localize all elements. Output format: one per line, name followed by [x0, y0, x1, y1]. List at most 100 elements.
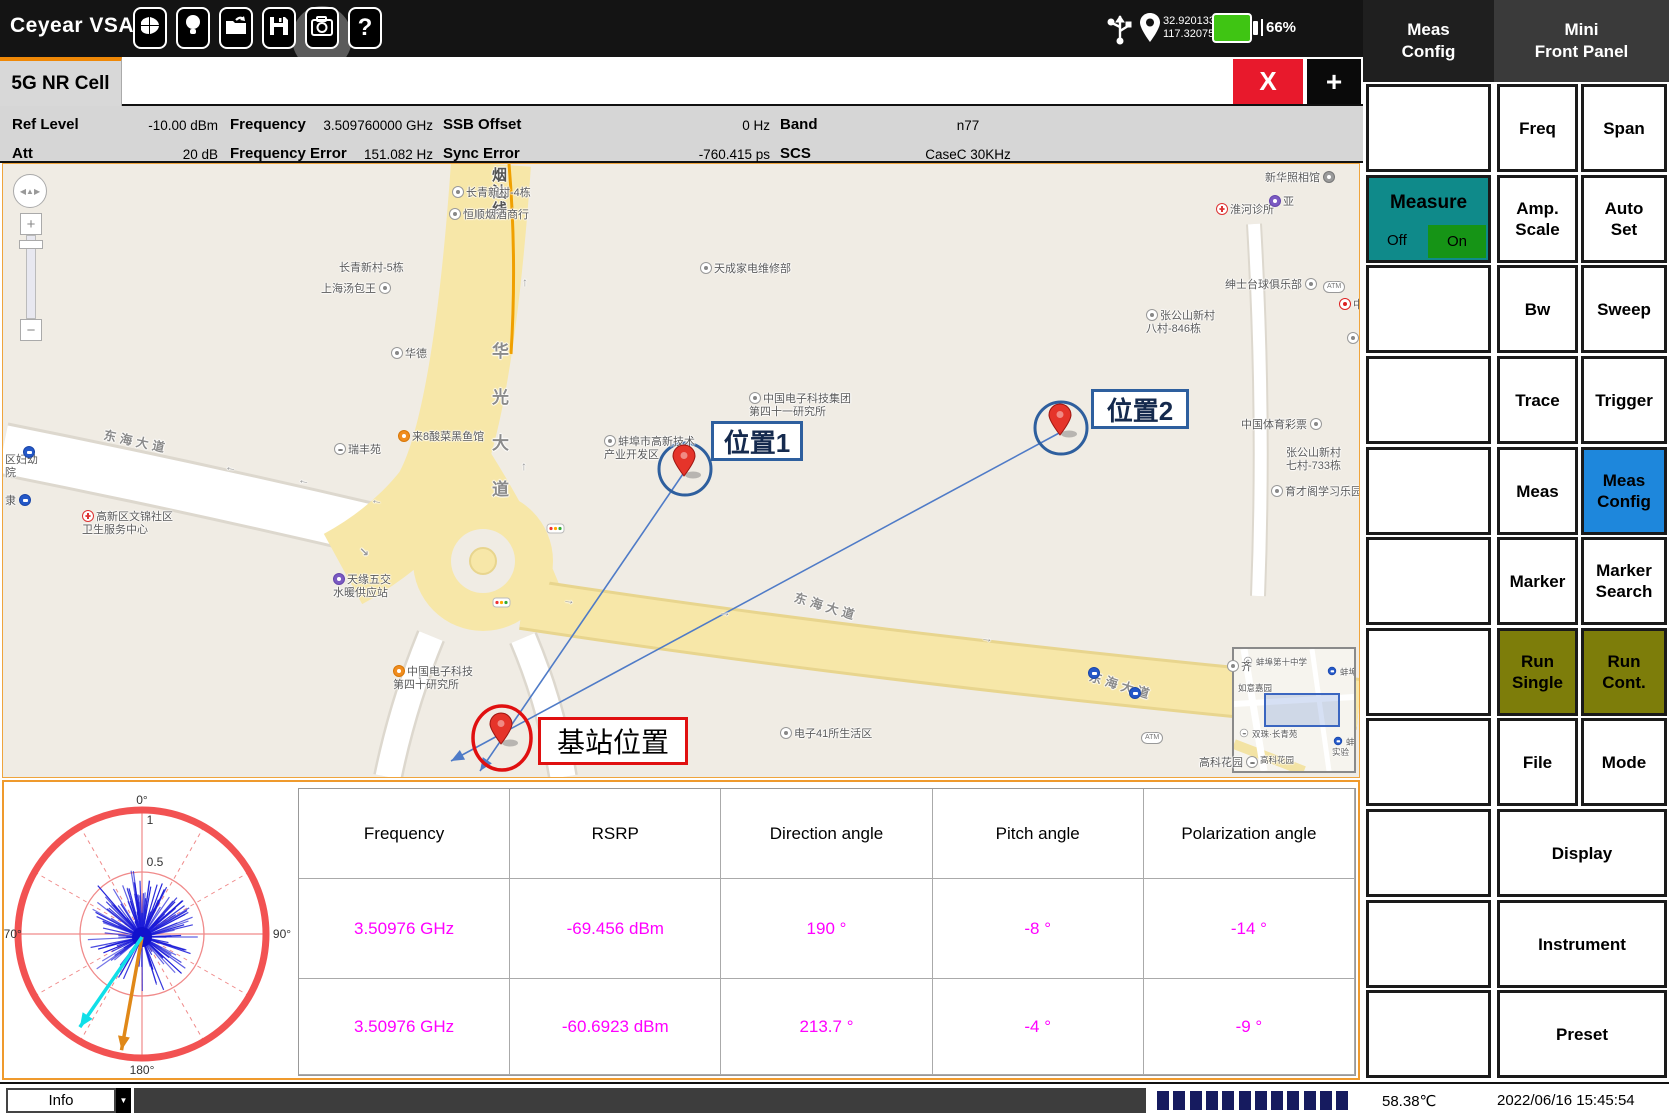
- measure-button[interactable]: Measure Off On: [1366, 175, 1491, 263]
- softkey-empty-cell: [1366, 900, 1491, 988]
- road-direction-arrow: ↓: [417, 669, 423, 682]
- progress-block: [1255, 1091, 1267, 1110]
- base-station-pin[interactable]: [481, 712, 521, 752]
- tab-5g-nr-cell[interactable]: 5G NR Cell: [0, 57, 122, 106]
- table-header-cell: Direction angle: [721, 789, 932, 879]
- orange-map-icon: [398, 430, 410, 442]
- results-panel: 0°90°180°270°10.5 FrequencyRSRPDirection…: [2, 780, 1360, 1080]
- dot-map-icon: [1271, 485, 1283, 497]
- softkey-empty-cell: [1366, 628, 1491, 716]
- map-poi-label: 中国电子科技集团 第四十一研究所: [749, 392, 851, 419]
- add-tab-button[interactable]: +: [1307, 59, 1361, 104]
- measure-on-option[interactable]: On: [1428, 225, 1486, 258]
- param-value-ref-level: -10.00 dBm: [108, 118, 218, 133]
- save-icon: [269, 16, 289, 41]
- info-dropdown[interactable]: Info: [6, 1088, 116, 1113]
- softkey-sweep[interactable]: Sweep: [1581, 265, 1667, 353]
- road-direction-arrow: →: [562, 593, 576, 608]
- map-poi-label: 中国体育彩票: [1241, 418, 1324, 432]
- softkey-marker[interactable]: Marker: [1497, 537, 1578, 625]
- camera-icon: [311, 16, 333, 41]
- polar-plot: 0°90°180°270°10.5: [4, 782, 304, 1078]
- dot-map-icon: [1146, 309, 1158, 321]
- folder-open-button[interactable]: [219, 7, 253, 49]
- polar-sample-starburst: [88, 871, 198, 991]
- polar-tick-label: 0.5: [147, 855, 164, 869]
- close-tab-button[interactable]: X: [1233, 59, 1303, 104]
- battery-icon: [1212, 13, 1252, 43]
- softkey-trigger[interactable]: Trigger: [1581, 356, 1667, 444]
- map-poi-label: 天缘五交 水暖供应站: [333, 573, 391, 600]
- softkey-span[interactable]: Span: [1581, 84, 1667, 172]
- position-1-label: 位置1: [711, 421, 803, 461]
- results-table: FrequencyRSRPDirection anglePitch angleP…: [298, 788, 1356, 1076]
- softkey-run-cont-[interactable]: Run Cont.: [1581, 628, 1667, 716]
- table-header-cell: Frequency: [299, 789, 510, 879]
- param-value-frequency: 3.509760000 GHz: [312, 118, 433, 133]
- purple-map-icon: [1269, 195, 1281, 207]
- help-icon: ?: [358, 14, 373, 42]
- softkey-meas[interactable]: Meas: [1497, 447, 1578, 535]
- progress-block: [1271, 1091, 1283, 1110]
- map-poi-label: 中国: [1339, 298, 1360, 312]
- softkey-freq[interactable]: Freq: [1497, 84, 1578, 172]
- target-map-icon: [1339, 298, 1351, 310]
- softkey-run-single[interactable]: Run Single: [1497, 628, 1578, 716]
- softkey-empty-cell: [1366, 537, 1491, 625]
- dot-map-icon: [449, 208, 461, 220]
- dot-map-icon: [379, 282, 391, 294]
- polar-tick-label: 0°: [136, 793, 148, 807]
- softkey-mode[interactable]: Mode: [1581, 718, 1667, 806]
- table-value-cell: -4 °: [933, 979, 1144, 1075]
- table-header-cell: RSRP: [510, 789, 721, 879]
- softkey-marker-search[interactable]: Marker Search: [1581, 537, 1667, 625]
- softkey-empty-cell: [1366, 447, 1491, 535]
- softkey-display[interactable]: Display: [1497, 809, 1667, 897]
- table-header-cell: Pitch angle: [933, 789, 1144, 879]
- dot-map-icon: [604, 435, 616, 447]
- position-1-pin[interactable]: [664, 444, 704, 484]
- polar-tick-label: 90°: [273, 927, 291, 941]
- measurement-params-bar: Ref Level-10.00 dBmFrequency3.509760000 …: [0, 106, 1363, 163]
- map-poi-label: 华德: [391, 347, 427, 361]
- table-value-cell: -9 °: [1144, 979, 1355, 1075]
- map-poi-label: ATM: [1323, 280, 1345, 293]
- camera-button[interactable]: [305, 7, 339, 49]
- info-dropdown-arrow-icon[interactable]: ▼: [116, 1088, 131, 1113]
- softkey-bw[interactable]: Bw: [1497, 265, 1578, 353]
- map-view[interactable]: 蚌埠第十中学蚌埠如意嘉园双珠·长青苑蚌埠 实验高科花园 ◀▲▶ + − 烟 汕 …: [2, 163, 1360, 778]
- measure-off-option[interactable]: Off: [1387, 230, 1407, 251]
- dot-map-icon: [780, 727, 792, 739]
- measure-label: Measure: [1369, 192, 1488, 213]
- dot-map-icon: [1310, 418, 1322, 430]
- param-value-band: n77: [868, 118, 1068, 133]
- bulb-button[interactable]: [176, 7, 210, 49]
- map-poi-label: 来8酸菜黑鱼馆: [398, 430, 484, 444]
- position-2-pin[interactable]: [1040, 403, 1080, 443]
- table-value-cell: -69.456 dBm: [510, 879, 721, 979]
- windows-button[interactable]: [133, 7, 167, 49]
- save-button[interactable]: [262, 7, 296, 49]
- dot-map-icon: [391, 347, 403, 359]
- position-2-label: 位置2: [1091, 389, 1189, 429]
- map-poi-label: [1088, 667, 1102, 681]
- map-poi-label: 瑞丰苑: [334, 443, 381, 457]
- cam-map-icon: [1323, 171, 1335, 183]
- map-poi-label: [1129, 687, 1143, 701]
- help-button[interactable]: ?: [348, 7, 382, 49]
- map-poi-label: 小: [1347, 332, 1360, 346]
- softkey-amp-scale[interactable]: Amp. Scale: [1497, 175, 1578, 263]
- table-value-cell: -60.6923 dBm: [510, 979, 721, 1075]
- softkey-file[interactable]: File: [1497, 718, 1578, 806]
- bearing-line: [451, 432, 1061, 761]
- softkey-instrument[interactable]: Instrument: [1497, 900, 1667, 988]
- softkey-auto-set[interactable]: Auto Set: [1581, 175, 1667, 263]
- softkey-preset[interactable]: Preset: [1497, 990, 1667, 1078]
- atm-icon: ATM: [1141, 732, 1163, 744]
- road-direction-arrow: ↑: [522, 276, 528, 289]
- bus-map-icon: [1129, 687, 1141, 699]
- softkey-meas-config[interactable]: Meas Config: [1581, 447, 1667, 535]
- softkey-trace[interactable]: Trace: [1497, 356, 1578, 444]
- polar-tick-label: 180°: [130, 1063, 155, 1077]
- battery-percent: 66%: [1261, 19, 1296, 36]
